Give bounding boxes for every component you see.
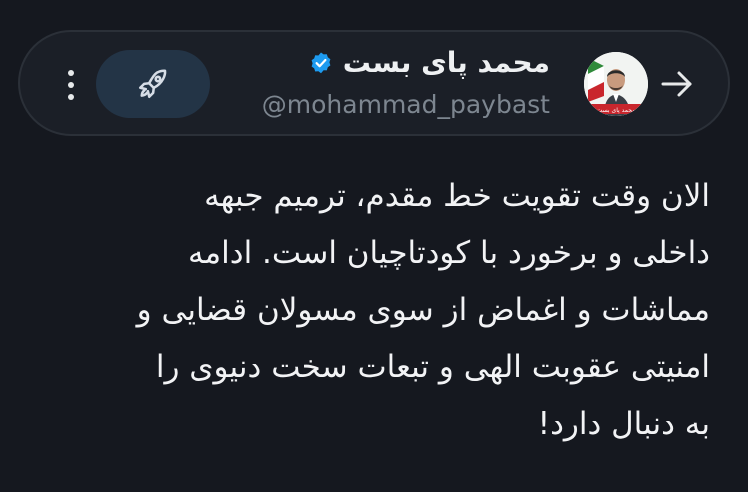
boost-button[interactable] [96,50,210,118]
more-vertical-icon-dot [68,82,74,88]
more-vertical-icon-dot [68,94,74,100]
rocket-icon [138,69,167,99]
avatar-portrait: محمد پای بست [584,52,648,116]
tweet-screen: محمد پای بست @mohammad_paybast محمد پای … [0,0,748,492]
tweet-body: الان وقت تقویت خط مقدم، ترمیم جبهه داخلی… [70,168,710,453]
avatar-caption: محمد پای بست [597,107,636,114]
avatar[interactable]: محمد پای بست [584,52,648,116]
tweet-line: الان وقت تقویت خط مقدم، ترمیم جبهه [204,178,710,214]
display-name: محمد پای بست [342,46,550,79]
verified-badge-icon [311,52,331,74]
display-name-row: محمد پای بست [309,46,550,80]
more-options-button[interactable] [64,64,78,106]
profile-header-bar: محمد پای بست @mohammad_paybast محمد پای … [18,30,730,136]
tweet-line: داخلی و برخورد با کودتاچیان است. ادامه [187,235,710,271]
tweet-line: مماشات و اغماض از سوی مسولان قضایی و [136,292,710,328]
back-button[interactable] [660,70,694,98]
tweet-line: به دنبال دارد! [537,406,710,442]
username-handle: @mohammad_paybast [261,90,550,119]
arrow-right-icon [661,71,692,97]
tweet-line: امنیتی عقوبت الهی و تبعات سخت دنیوی را [155,349,710,385]
more-vertical-icon [68,70,74,76]
